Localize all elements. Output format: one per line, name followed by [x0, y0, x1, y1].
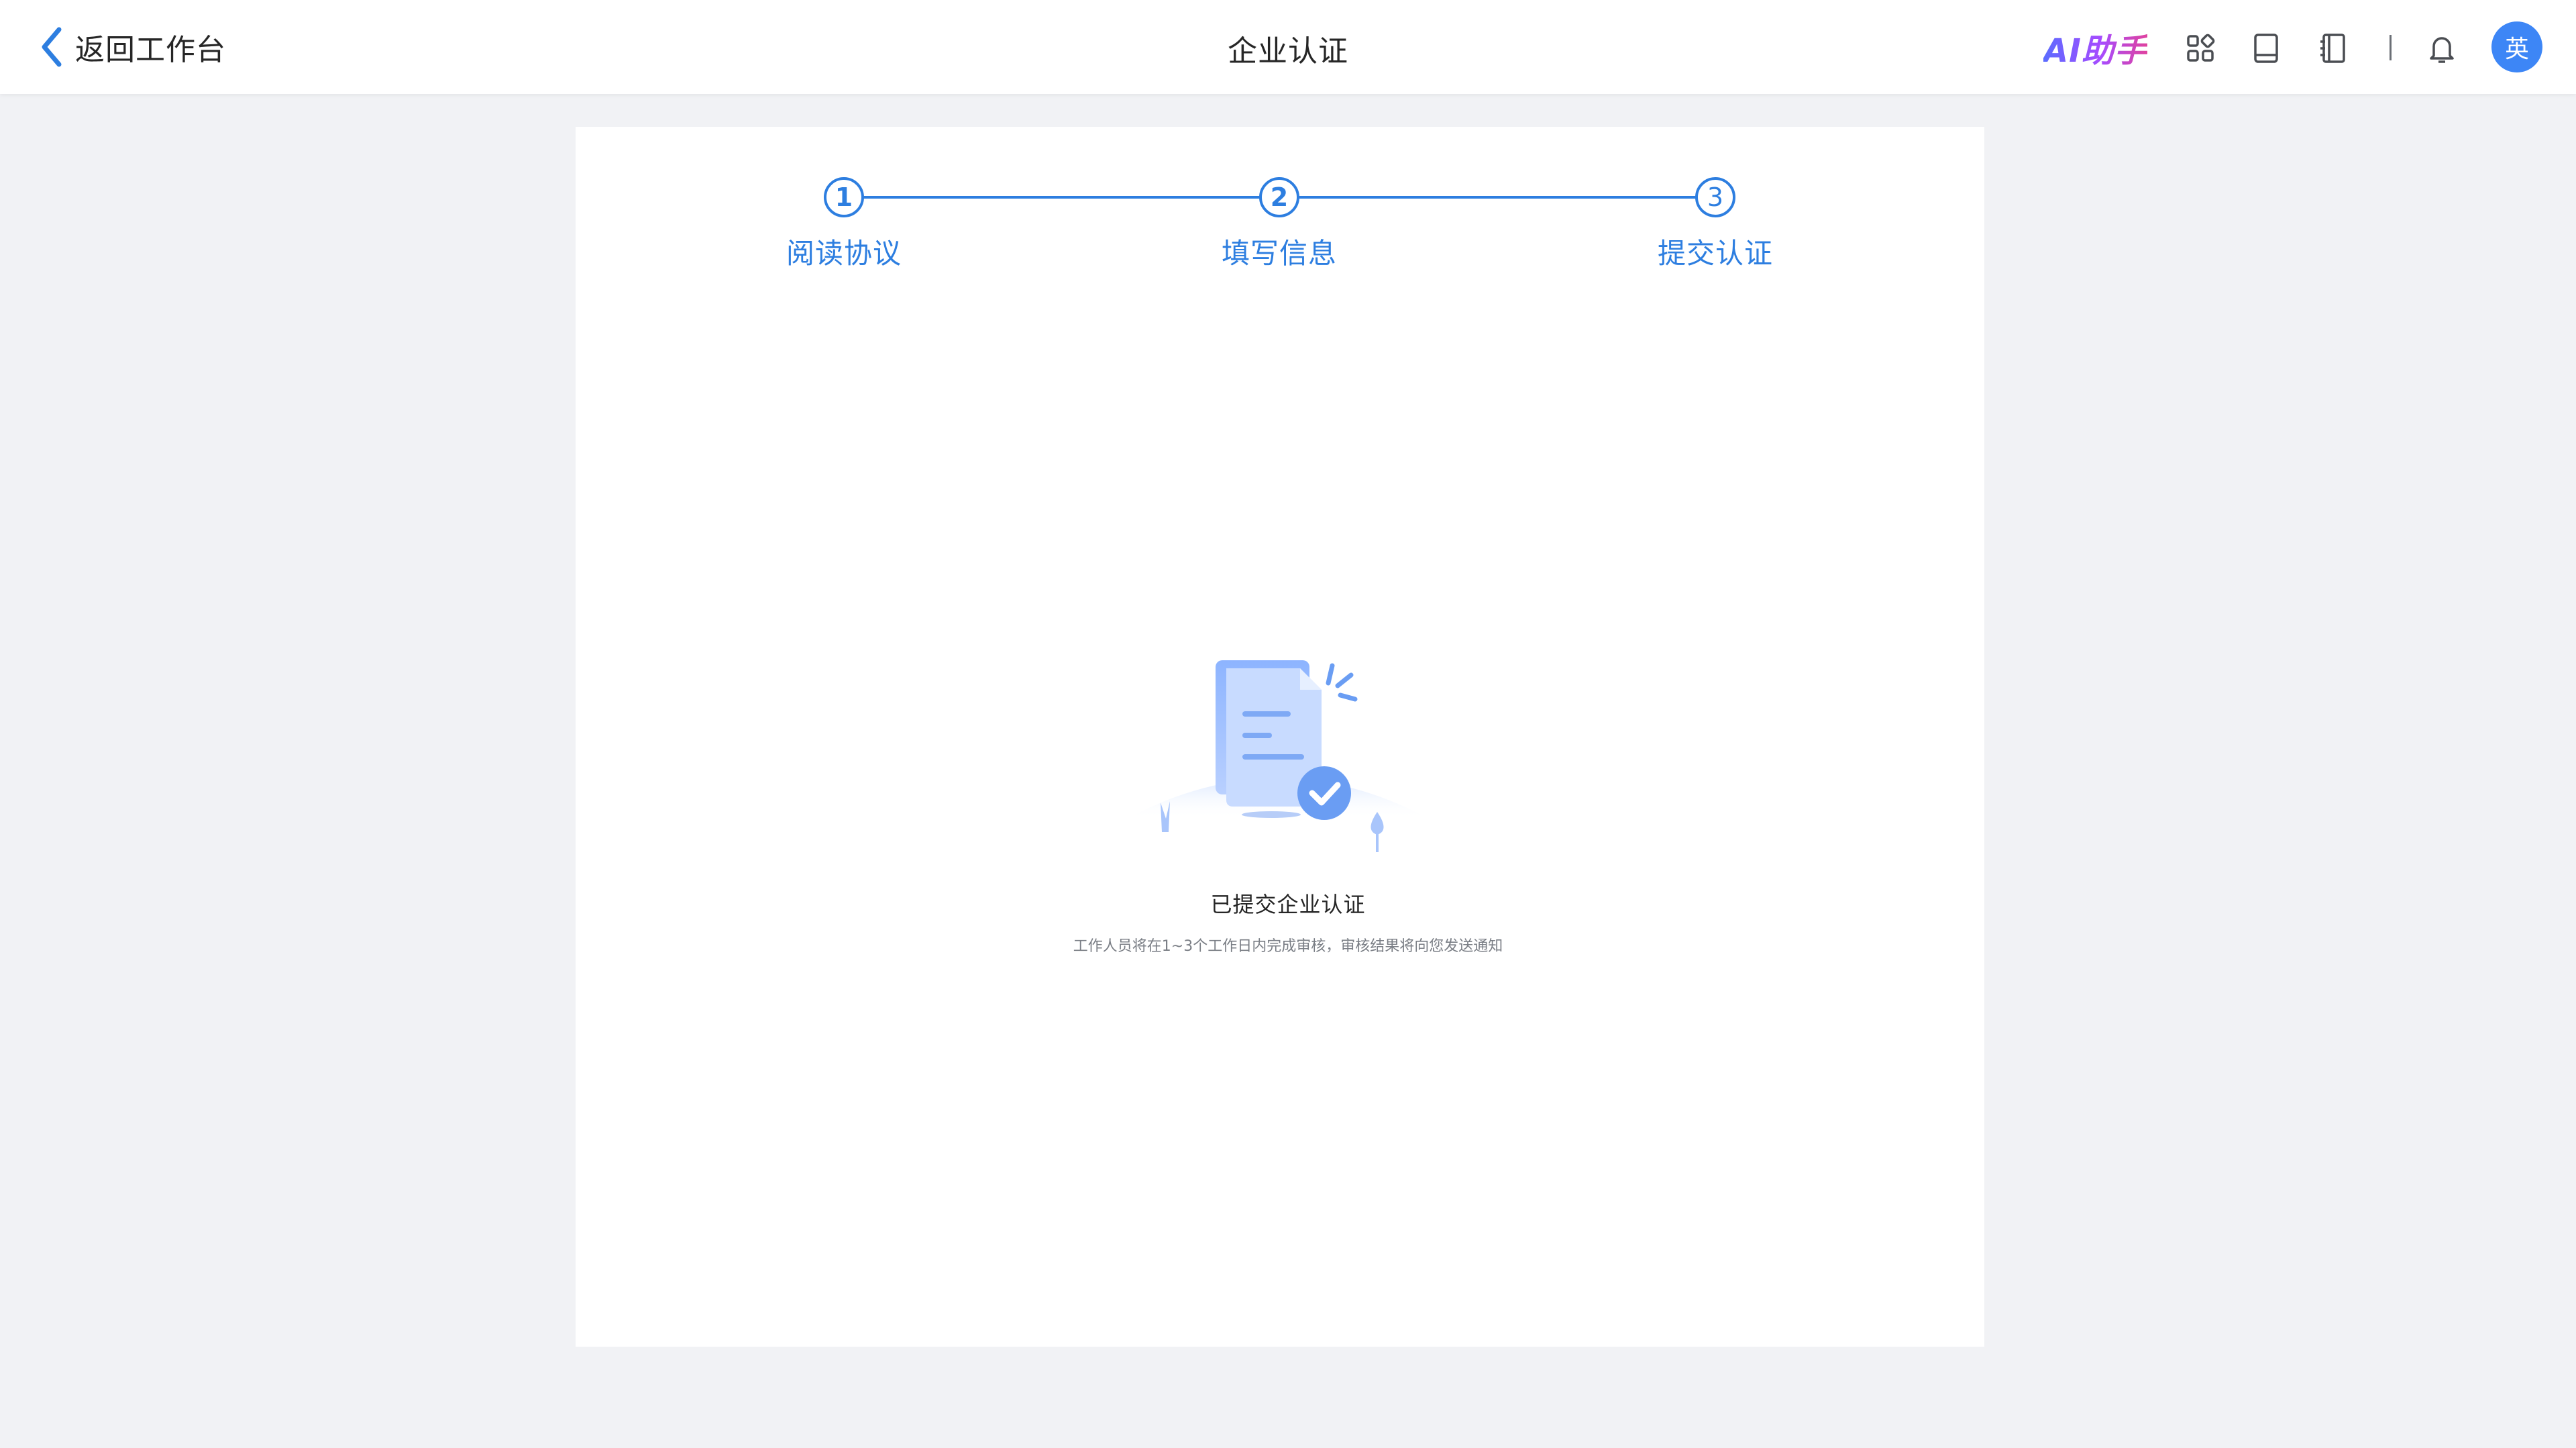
step-circle-3: 3	[1695, 177, 1735, 217]
ai-assistant-button[interactable]: AI助手	[2043, 24, 2147, 71]
step-label-1: 阅读协议	[786, 237, 902, 270]
result-description: 工作人员将在1~3个工作日内完成审核，审核结果将向您发送通知	[1073, 938, 1503, 955]
submitted-document-illustration	[1127, 660, 1429, 852]
book-icon[interactable]	[2247, 30, 2285, 67]
step-label-2: 填写信息	[1221, 237, 1337, 270]
step-connector-2	[1299, 196, 1698, 199]
step-circle-2: 2	[1259, 177, 1299, 217]
step-label-3: 提交认证	[1657, 237, 1773, 270]
avatar[interactable]: 英	[2491, 21, 2542, 72]
step-circle-1: 1	[824, 177, 864, 217]
toolbar-divider	[2390, 35, 2392, 60]
bell-icon[interactable]	[2423, 30, 2461, 67]
top-bar: 返回工作台 企业认证 AI助手 英	[0, 0, 2576, 94]
result-title: 已提交企业认证	[1210, 892, 1366, 917]
step-connector-1	[863, 196, 1262, 199]
apps-icon[interactable]	[2182, 30, 2219, 67]
notebook-icon[interactable]	[2314, 30, 2352, 67]
